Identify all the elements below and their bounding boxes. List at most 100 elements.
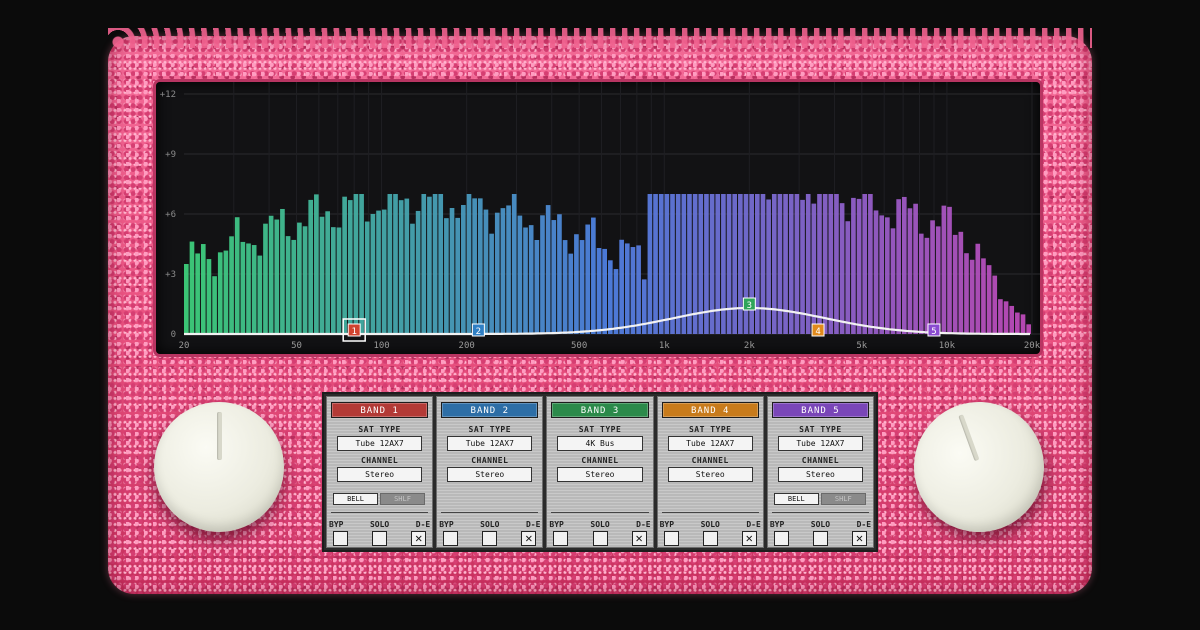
spectrum-bar bbox=[817, 194, 822, 334]
band-header-button[interactable]: BAND 5 bbox=[771, 402, 870, 418]
spectrum-bar bbox=[240, 241, 246, 334]
spectrum-bar bbox=[540, 215, 545, 334]
bell-button[interactable]: BELL bbox=[773, 493, 819, 505]
spectrum-bar bbox=[771, 194, 777, 334]
spectrum-bar bbox=[398, 200, 404, 334]
spectrum-bar bbox=[788, 194, 794, 334]
spectrum-bar bbox=[364, 221, 370, 334]
solo-checkbox[interactable] bbox=[702, 531, 718, 546]
de-esser-checkbox[interactable]: ✕ bbox=[741, 531, 757, 546]
channel-select[interactable]: Stereo bbox=[777, 467, 864, 482]
spectrum-bar bbox=[449, 208, 455, 334]
spectrum-bar bbox=[754, 194, 760, 334]
channel-select[interactable]: Stereo bbox=[667, 467, 753, 482]
spectrum-bar bbox=[805, 194, 811, 334]
sat-type-select[interactable]: Tube 12AX7 bbox=[667, 436, 753, 451]
solo-label: SOLO bbox=[590, 520, 610, 529]
spectrum-bar bbox=[822, 194, 828, 334]
band-strip-2: BAND 2 SAT TYPE Tube 12AX7 CHANNEL Stere… bbox=[436, 396, 544, 548]
band-strip-1: BAND 1 SAT TYPE Tube 12AX7 CHANNEL Stere… bbox=[326, 396, 434, 548]
eq-display[interactable]: +12 +9 +6 +3 0 1 2 3 4 5 20 50 100 200 500 1k 2k 5k 10k 20k bbox=[156, 82, 1040, 354]
spectrum-bar bbox=[410, 223, 415, 334]
spectrum-bar bbox=[489, 233, 494, 334]
spectrum-bar bbox=[608, 260, 613, 334]
band-header-button[interactable]: BAND 3 bbox=[551, 402, 649, 418]
bypass-checkbox[interactable] bbox=[663, 531, 679, 546]
spectrum-bar bbox=[308, 199, 314, 334]
sat-type-select[interactable]: Tube 12AX7 bbox=[337, 436, 423, 451]
channel-label: CHANNEL bbox=[581, 456, 619, 465]
band-header-button[interactable]: BAND 4 bbox=[661, 402, 759, 418]
eq-graph[interactable]: +12 +9 +6 +3 0 1 2 3 4 5 20 50 100 200 500 1k 2k 5k 10k 20k bbox=[156, 82, 1040, 354]
sat-type-select[interactable]: Tube 12AX7 bbox=[777, 436, 864, 451]
knob-indicator bbox=[958, 414, 980, 462]
channel-label: CHANNEL bbox=[691, 456, 729, 465]
band-strip-4: BAND 4 SAT TYPE Tube 12AX7 CHANNEL Stere… bbox=[656, 396, 764, 548]
spectrum-bar bbox=[370, 213, 376, 334]
spectrum-bar bbox=[359, 194, 364, 334]
sat-type-select[interactable]: 4K Bus bbox=[557, 436, 643, 451]
de-esser-checkbox[interactable]: ✕ bbox=[521, 531, 537, 546]
shelf-button[interactable]: SHLF bbox=[820, 493, 866, 505]
solo-label: SOLO bbox=[369, 520, 390, 529]
freq-tick-label: 1k bbox=[659, 341, 670, 351]
sat-type-select[interactable]: Tube 12AX7 bbox=[447, 436, 533, 451]
spectrum-bar bbox=[709, 194, 715, 334]
solo-checkbox[interactable] bbox=[812, 531, 828, 546]
spectrum-bar bbox=[834, 194, 839, 334]
spectrum-bar bbox=[918, 233, 924, 334]
bypass-checkbox[interactable] bbox=[443, 531, 459, 546]
spectrum-bar bbox=[274, 219, 280, 334]
spectrum-bar bbox=[353, 194, 359, 334]
de-esser-checkbox[interactable]: ✕ bbox=[411, 531, 427, 546]
bell-button[interactable]: BELL bbox=[333, 493, 378, 505]
db-tick-label: 0 bbox=[171, 330, 176, 340]
channel-select[interactable]: Stereo bbox=[337, 467, 423, 482]
spectrum-bar bbox=[297, 222, 302, 334]
spectrum-bar bbox=[212, 276, 217, 334]
toggle-row: ✕ bbox=[663, 531, 757, 546]
spectrum-bar bbox=[958, 231, 964, 334]
channel-label: CHANNEL bbox=[801, 456, 840, 465]
spectrum-bar bbox=[415, 210, 421, 334]
solo-checkbox[interactable] bbox=[372, 531, 388, 546]
spectrum-bar bbox=[828, 194, 834, 334]
db-tick-label: +12 bbox=[160, 90, 176, 100]
spectrum-bar bbox=[557, 214, 562, 334]
solo-checkbox[interactable] bbox=[592, 531, 608, 546]
spectrum-bar bbox=[376, 210, 381, 334]
spectrum-bar bbox=[444, 218, 449, 334]
divider bbox=[771, 512, 870, 513]
spectrum-bar bbox=[653, 194, 658, 334]
bypass-checkbox[interactable] bbox=[333, 531, 348, 546]
spectrum-bar bbox=[574, 234, 579, 334]
shelf-button[interactable]: SHLF bbox=[380, 493, 425, 505]
spectrum-bar bbox=[421, 194, 427, 334]
spectrum-bar bbox=[545, 205, 551, 334]
spectrum-bar bbox=[885, 217, 890, 334]
spectrum-bar bbox=[721, 194, 726, 334]
band-header-button[interactable]: BAND 2 bbox=[441, 402, 539, 418]
channel-select[interactable]: Stereo bbox=[447, 467, 533, 482]
solo-label: SOLO bbox=[700, 520, 720, 529]
filter-shape-toggle: BELL SHLF bbox=[333, 493, 425, 505]
bypass-checkbox[interactable] bbox=[773, 531, 789, 546]
bypass-label: BYP bbox=[549, 520, 564, 529]
left-knob[interactable] bbox=[154, 402, 284, 532]
bypass-checkbox[interactable] bbox=[553, 531, 569, 546]
channel-select[interactable]: Stereo bbox=[557, 467, 643, 482]
band-header-button[interactable]: BAND 1 bbox=[331, 402, 429, 418]
spectrum-bar bbox=[907, 208, 913, 334]
spectrum-bar bbox=[263, 223, 268, 334]
spectrum-bar bbox=[347, 200, 353, 334]
spectrum-bar bbox=[947, 206, 952, 334]
spectrum-bar bbox=[217, 252, 223, 334]
bypass-label: BYP bbox=[439, 520, 454, 529]
solo-label: SOLO bbox=[810, 520, 831, 529]
freq-tick-label: 500 bbox=[571, 341, 587, 351]
de-esser-label: D-E bbox=[415, 520, 431, 529]
spectrum-bar bbox=[551, 220, 557, 334]
solo-checkbox[interactable] bbox=[482, 531, 498, 546]
de-esser-checkbox[interactable]: ✕ bbox=[631, 531, 647, 546]
de-esser-checkbox[interactable]: ✕ bbox=[852, 531, 867, 546]
